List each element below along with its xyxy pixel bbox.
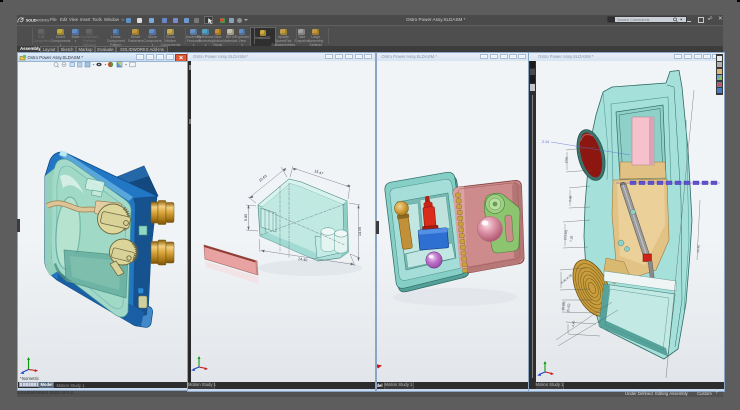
- svg-text:SOLIDWORKS: SOLIDWORKS: [26, 18, 50, 22]
